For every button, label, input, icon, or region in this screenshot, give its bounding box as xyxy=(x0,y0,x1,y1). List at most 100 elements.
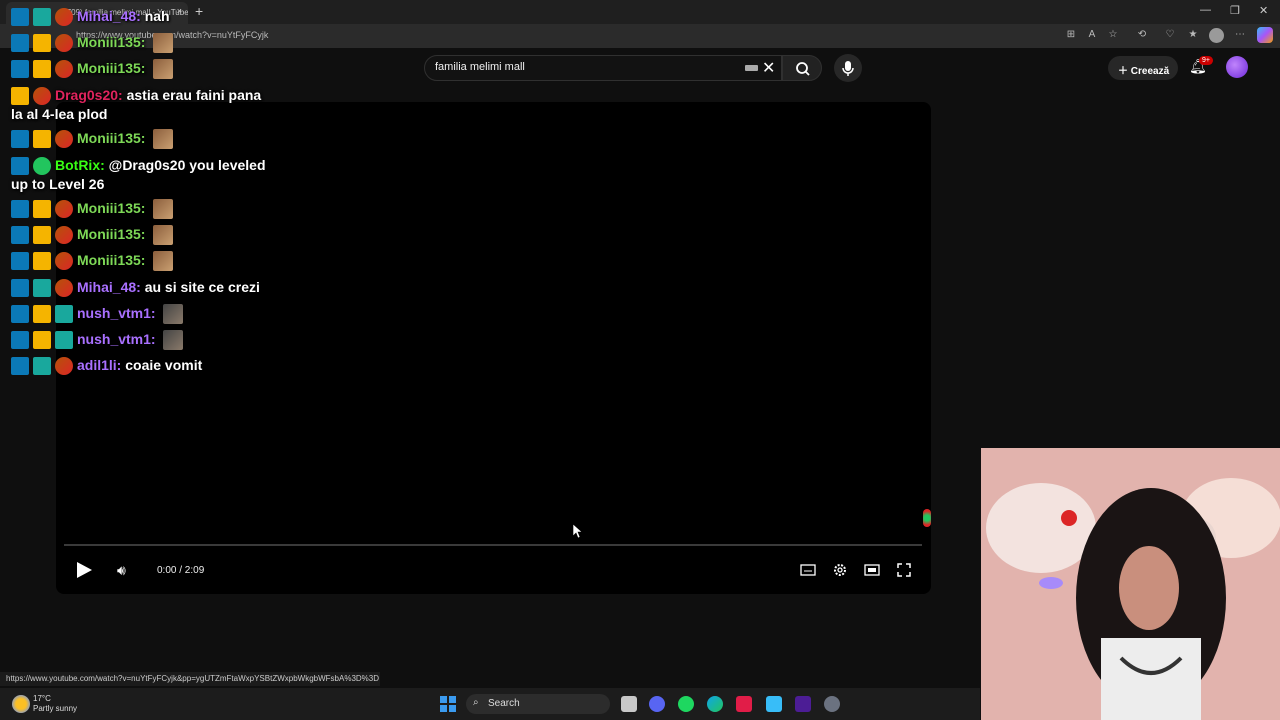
voice-search-button[interactable] xyxy=(834,54,862,82)
extensions-icon[interactable]: ⟲ xyxy=(1135,28,1149,42)
status-bar-url: https://www.youtube.com/watch?v=nuYtFyFC… xyxy=(0,672,380,686)
app-red-icon[interactable] xyxy=(736,696,752,712)
mod-badge-icon xyxy=(11,226,29,245)
time-display: 0:00 / 2:09 xyxy=(157,565,205,576)
chat-emote-icon xyxy=(163,304,184,325)
profile-avatar[interactable] xyxy=(1209,28,1224,43)
chat-username: Moniii135: xyxy=(77,60,150,76)
crown-badge-icon xyxy=(33,200,51,219)
taskbar-search[interactable]: ⌕ Search xyxy=(466,694,610,714)
spotify-icon[interactable] xyxy=(678,696,694,712)
subtitles-button[interactable] xyxy=(800,562,816,578)
fullscreen-icon xyxy=(897,563,911,577)
settings-button[interactable] xyxy=(832,562,848,578)
chat-message: Moniii135: xyxy=(11,59,174,80)
chat-message: Mihai_48: nah xyxy=(11,7,170,27)
chat-username: Moniii135: xyxy=(77,130,150,146)
search-button[interactable] xyxy=(782,55,822,81)
file-explorer-icon[interactable] xyxy=(621,696,637,712)
minimize-icon[interactable]: — xyxy=(1200,4,1211,16)
close-window-icon[interactable]: ✕ xyxy=(1259,4,1268,17)
chat-message: Moniii135: xyxy=(11,33,174,54)
verified-badge-icon xyxy=(33,157,51,176)
chat-username: nush_vtm1: xyxy=(77,305,160,321)
volume-icon[interactable]: 🔊︎ xyxy=(117,562,126,579)
store-icon[interactable] xyxy=(766,696,782,712)
search-icon xyxy=(796,62,810,76)
chat-username: Moniii135: xyxy=(77,226,150,242)
crown-badge-icon xyxy=(11,87,29,106)
mod-badge-icon xyxy=(11,130,29,149)
mini-badge-icon xyxy=(55,252,73,271)
discord-icon[interactable] xyxy=(649,696,665,712)
create-label: Creează xyxy=(1130,66,1170,77)
theater-mode-button[interactable] xyxy=(864,562,880,578)
new-tab-button[interactable]: + xyxy=(195,3,203,19)
chat-username: Mihai_48: xyxy=(77,279,145,295)
keyboard-icon[interactable] xyxy=(745,65,758,71)
mod-badge-icon xyxy=(11,305,29,324)
chat-username: adil1li: xyxy=(77,357,126,373)
edge-icon[interactable] xyxy=(707,696,723,712)
crown-badge-icon xyxy=(33,305,51,324)
progress-bar[interactable] xyxy=(64,544,922,546)
account-avatar[interactable] xyxy=(1226,56,1248,78)
sub-badge-icon xyxy=(55,331,73,350)
chat-text: nah xyxy=(144,8,170,24)
sub-badge-icon xyxy=(33,357,51,376)
weather-description: Partly sunny xyxy=(33,704,78,713)
chat-username: Moniii135: xyxy=(77,200,150,216)
chat-emote-icon xyxy=(153,129,174,150)
chat-message: nush_vtm1: xyxy=(11,304,184,325)
chat-message: Moniii135: xyxy=(11,225,174,246)
chat-message: Moniii135: xyxy=(11,199,174,220)
mod-badge-icon xyxy=(11,200,29,219)
chat-username: Moniii135: xyxy=(77,34,150,50)
mod-badge-icon xyxy=(11,157,29,176)
mod-badge-icon xyxy=(11,331,29,350)
tab-close-icon[interactable]: × xyxy=(177,6,182,16)
search-query: familia melimi mall xyxy=(435,61,525,73)
chat-emote-icon xyxy=(163,330,184,351)
weather-temperature: 17°C xyxy=(33,694,51,703)
read-aloud-icon[interactable]: A xyxy=(1085,28,1099,42)
browser-essentials-icon[interactable]: ♡ xyxy=(1163,28,1177,42)
webcam-overlay xyxy=(981,448,1280,720)
mini-badge-icon xyxy=(55,8,73,27)
chat-message: nush_vtm1: xyxy=(11,330,184,351)
start-button[interactable] xyxy=(440,696,456,712)
crown-badge-icon xyxy=(33,34,51,53)
play-button[interactable] xyxy=(75,561,93,584)
fullscreen-button[interactable] xyxy=(896,562,912,578)
chat-emote-icon xyxy=(153,33,174,54)
mod-badge-icon xyxy=(11,8,29,27)
chat-username: Drag0s20: xyxy=(55,87,127,103)
chat-username: Moniii135: xyxy=(77,252,150,268)
copilot-icon[interactable] xyxy=(1257,27,1273,43)
floating-emote xyxy=(923,509,931,527)
more-options-icon[interactable]: ⋯ xyxy=(1233,28,1247,42)
chat-message: Drag0s20: astia erau faini pana la al 4-l… xyxy=(11,86,261,123)
weather-icon[interactable] xyxy=(12,695,30,713)
mod-badge-icon xyxy=(11,279,29,298)
play-icon xyxy=(77,562,92,578)
favorite-star-icon[interactable]: ☆ xyxy=(1106,28,1120,42)
obs-icon[interactable] xyxy=(824,696,840,712)
crown-badge-icon xyxy=(33,130,51,149)
mod-badge-icon xyxy=(11,252,29,271)
app-purple-icon[interactable] xyxy=(795,696,811,712)
mod-badge-icon xyxy=(11,357,29,376)
chat-emote-icon xyxy=(153,251,174,272)
crown-badge-icon xyxy=(33,226,51,245)
maximize-icon[interactable]: ❐ xyxy=(1230,4,1240,17)
chat-emote-icon xyxy=(153,225,174,246)
app-available-icon[interactable]: ⊞ xyxy=(1064,28,1078,42)
chat-message: Mihai_48: au si site ce crezi xyxy=(11,278,260,298)
plus-icon: ＋ xyxy=(1118,66,1131,77)
mini-badge-icon xyxy=(55,226,73,245)
chat-text-continued: up to Level 26 xyxy=(11,176,105,193)
clear-search-icon[interactable]: ✕ xyxy=(762,58,775,78)
favorites-icon[interactable]: ★ xyxy=(1186,28,1200,42)
chat-text-continued: la al 4-lea plod xyxy=(11,106,108,123)
create-button[interactable]: ＋ Creează xyxy=(1108,56,1178,80)
